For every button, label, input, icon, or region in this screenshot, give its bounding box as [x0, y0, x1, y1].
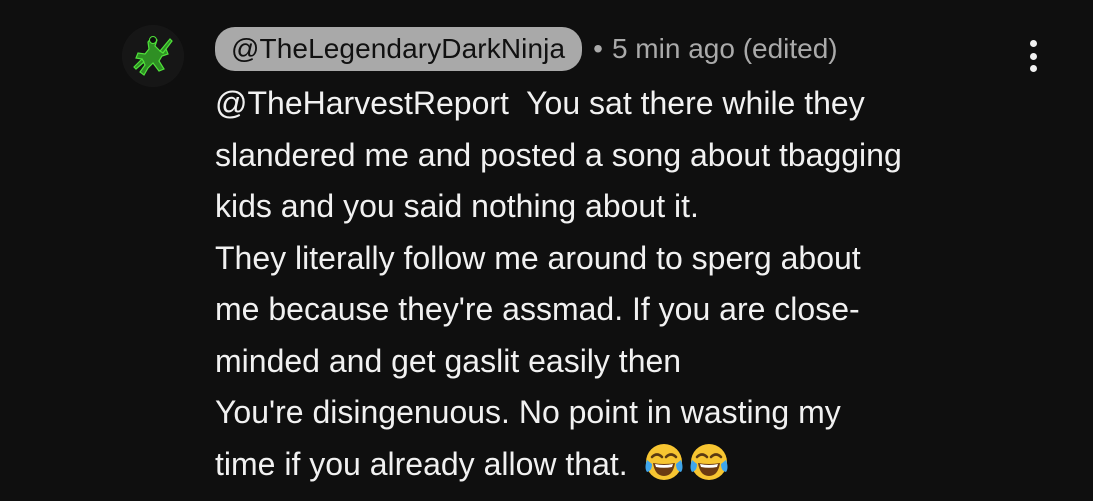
comment-line: time if you already allow that.: [215, 439, 1075, 491]
comment-line: slandered me and posted a song about tba…: [215, 136, 902, 173]
more-options-button[interactable]: [1016, 34, 1050, 78]
ninja-avatar-icon: [122, 25, 184, 87]
mention-link[interactable]: @TheHarvestReport: [215, 85, 509, 121]
more-vert-icon: [1029, 40, 1037, 47]
comment-line: @TheHarvestReport You sat there while th…: [215, 85, 865, 121]
comment: @TheLegendaryDarkNinja • 5 min ago (edit…: [0, 0, 1093, 501]
comment-line: minded and get gaslit easily then: [215, 342, 682, 379]
comment-line: They literally follow me around to sperg…: [215, 239, 861, 276]
comment-line: kids and you said nothing about it.: [215, 188, 699, 224]
face-with-tears-of-joy-icon: [688, 441, 730, 483]
emoji-group: [643, 441, 730, 483]
meta-separator: •: [593, 32, 603, 64]
avatar[interactable]: [122, 25, 184, 87]
author-handle[interactable]: @TheLegendaryDarkNinja: [215, 26, 583, 71]
comment-line: You're disingenuous. No point in wasting…: [215, 394, 841, 430]
face-with-tears-of-joy-icon: [643, 441, 685, 483]
comment-header: @TheLegendaryDarkNinja • 5 min ago (edit…: [215, 26, 838, 71]
timestamp: 5 min ago (edited): [611, 32, 838, 64]
comment-line: me because they're assmad. If you are cl…: [215, 291, 860, 327]
comment-text: @TheHarvestReport You sat there while th…: [215, 78, 1075, 490]
